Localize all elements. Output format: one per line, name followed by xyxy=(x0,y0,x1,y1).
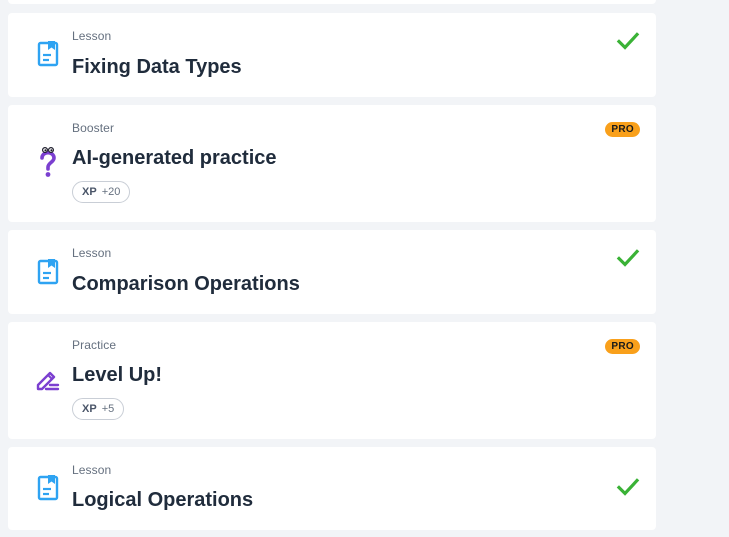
checkmark-icon xyxy=(616,29,640,53)
xp-value: +20 xyxy=(101,186,121,198)
question-mark-icon xyxy=(34,146,62,177)
previous-card-edge xyxy=(8,0,656,4)
item-kind-label: Lesson xyxy=(72,463,112,477)
lesson-card[interactable]: Lesson Comparison Operations xyxy=(8,230,656,314)
pencil-icon xyxy=(34,365,62,393)
checkmark-icon xyxy=(616,246,640,270)
item-kind-label: Lesson xyxy=(72,29,112,43)
checkmark-icon xyxy=(616,475,640,499)
pro-badge: PRO xyxy=(605,339,640,354)
practice-card[interactable]: Practice Level Up! PRO XP +5 xyxy=(8,322,656,439)
lesson-card[interactable]: Lesson Logical Operations xyxy=(8,447,656,530)
xp-label: XP xyxy=(82,403,97,415)
xp-label: XP xyxy=(82,186,97,198)
item-kind-label: Lesson xyxy=(72,246,112,260)
xp-pill: XP +20 xyxy=(72,181,131,203)
xp-value: +5 xyxy=(101,403,115,415)
lesson-document-icon xyxy=(34,40,62,68)
item-title: Fixing Data Types xyxy=(72,56,242,78)
item-title: Logical Operations xyxy=(72,489,254,511)
item-title: Level Up! xyxy=(72,364,163,386)
lesson-card[interactable]: Lesson Fixing Data Types xyxy=(8,13,656,97)
booster-card[interactable]: Booster AI-generated practice PRO XP +20 xyxy=(8,105,656,222)
lesson-document-icon xyxy=(34,474,62,502)
xp-pill: XP +5 xyxy=(72,398,125,420)
lesson-document-icon xyxy=(34,258,62,286)
item-title: Comparison Operations xyxy=(72,273,300,295)
item-title: AI-generated practice xyxy=(72,147,277,169)
item-kind-label: Practice xyxy=(72,338,117,352)
pro-badge: PRO xyxy=(605,122,640,137)
item-kind-label: Booster xyxy=(72,121,115,135)
